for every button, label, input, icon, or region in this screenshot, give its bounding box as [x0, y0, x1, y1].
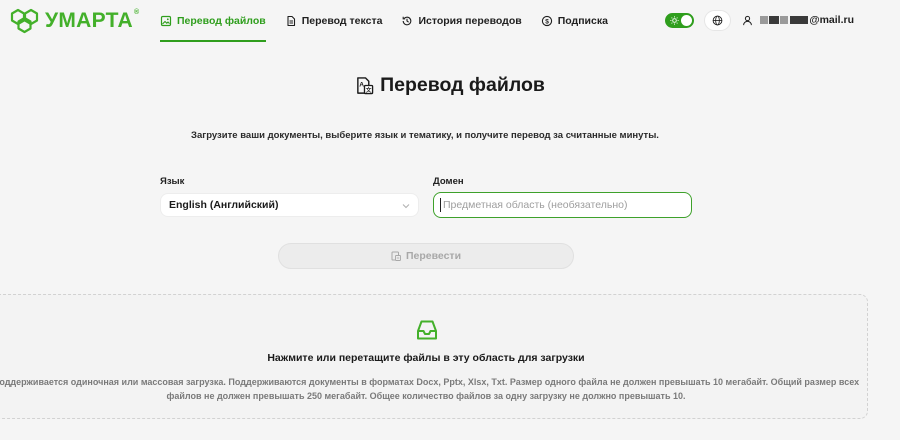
nav-tab-label: Подписка: [557, 15, 608, 27]
dropzone-title: Нажмите или перетащите файлы в эту облас…: [267, 352, 585, 364]
nav-tab-label: Перевод текста: [301, 15, 383, 27]
globe-icon: [712, 15, 723, 25]
brand-logo[interactable]: УМАРТА ®: [10, 8, 139, 34]
language-select[interactable]: English (Английский): [160, 193, 419, 217]
nav-tab-label: История переводов: [418, 15, 522, 27]
inbox-tray-icon: [417, 320, 437, 340]
page-subtitle: Загрузите ваши документы, выберите язык …: [191, 130, 659, 141]
language-label: Язык: [160, 176, 185, 187]
svg-text:文: 文: [366, 86, 372, 94]
translate-button[interactable]: Перевести: [278, 243, 574, 269]
dropzone-description: Поддерживается одиночная или массовая за…: [0, 377, 860, 401]
hexagon-logo-icon: [10, 8, 39, 34]
main-nav: Перевод файлов Перевод текста История пе…: [160, 0, 627, 42]
translate-button-label: Перевести: [405, 250, 462, 262]
file-translate-icon: [391, 251, 401, 261]
brand-name: УМАРТА: [45, 9, 133, 32]
file-image-icon: [160, 15, 172, 27]
svg-text:A: A: [359, 81, 364, 88]
toggle-knob: [681, 14, 693, 26]
redacted-email-part: [769, 16, 780, 24]
domain-label: Домен: [433, 176, 464, 187]
svg-text:$: $: [545, 18, 549, 25]
history-icon: [403, 16, 412, 26]
language-selected-value: English (Английский): [169, 199, 279, 211]
top-header: УМАРТА ® Перевод файлов Перевод текста И…: [0, 0, 900, 42]
redacted-email-part: [780, 16, 789, 24]
page-title-text: Перевод файлов: [380, 73, 545, 96]
language-switch-button[interactable]: [704, 9, 732, 31]
registered-mark: ®: [133, 8, 140, 16]
nav-tab-text-translation[interactable]: Перевод текста: [285, 0, 383, 42]
user-account[interactable]: @mail.ru: [742, 14, 854, 26]
text-cursor: [440, 198, 441, 212]
redacted-email-part: [790, 16, 809, 24]
nav-tab-label: Перевод файлов: [177, 15, 266, 27]
document-text-icon: [287, 15, 295, 27]
header-actions: @mail.ru: [665, 9, 854, 31]
theme-toggle[interactable]: [665, 12, 695, 28]
sun-icon: [670, 15, 680, 25]
dollar-coin-icon: $: [541, 15, 552, 27]
page-title: A 文 Перевод файлов: [0, 73, 900, 97]
nav-tab-history[interactable]: История переводов: [401, 0, 522, 42]
chevron-down-icon: [402, 204, 410, 209]
file-upload-dropzone[interactable]: Нажмите или перетащите файлы в эту облас…: [0, 294, 868, 419]
nav-tab-file-translation[interactable]: Перевод файлов: [160, 0, 266, 42]
user-icon: [743, 15, 753, 25]
translate-file-icon: A 文: [357, 76, 374, 94]
nav-tab-subscription[interactable]: $ Подписка: [541, 0, 608, 42]
user-email-suffix: @mail.ru: [809, 14, 854, 26]
domain-input[interactable]: [433, 192, 692, 218]
redacted-email-part: [760, 16, 769, 24]
